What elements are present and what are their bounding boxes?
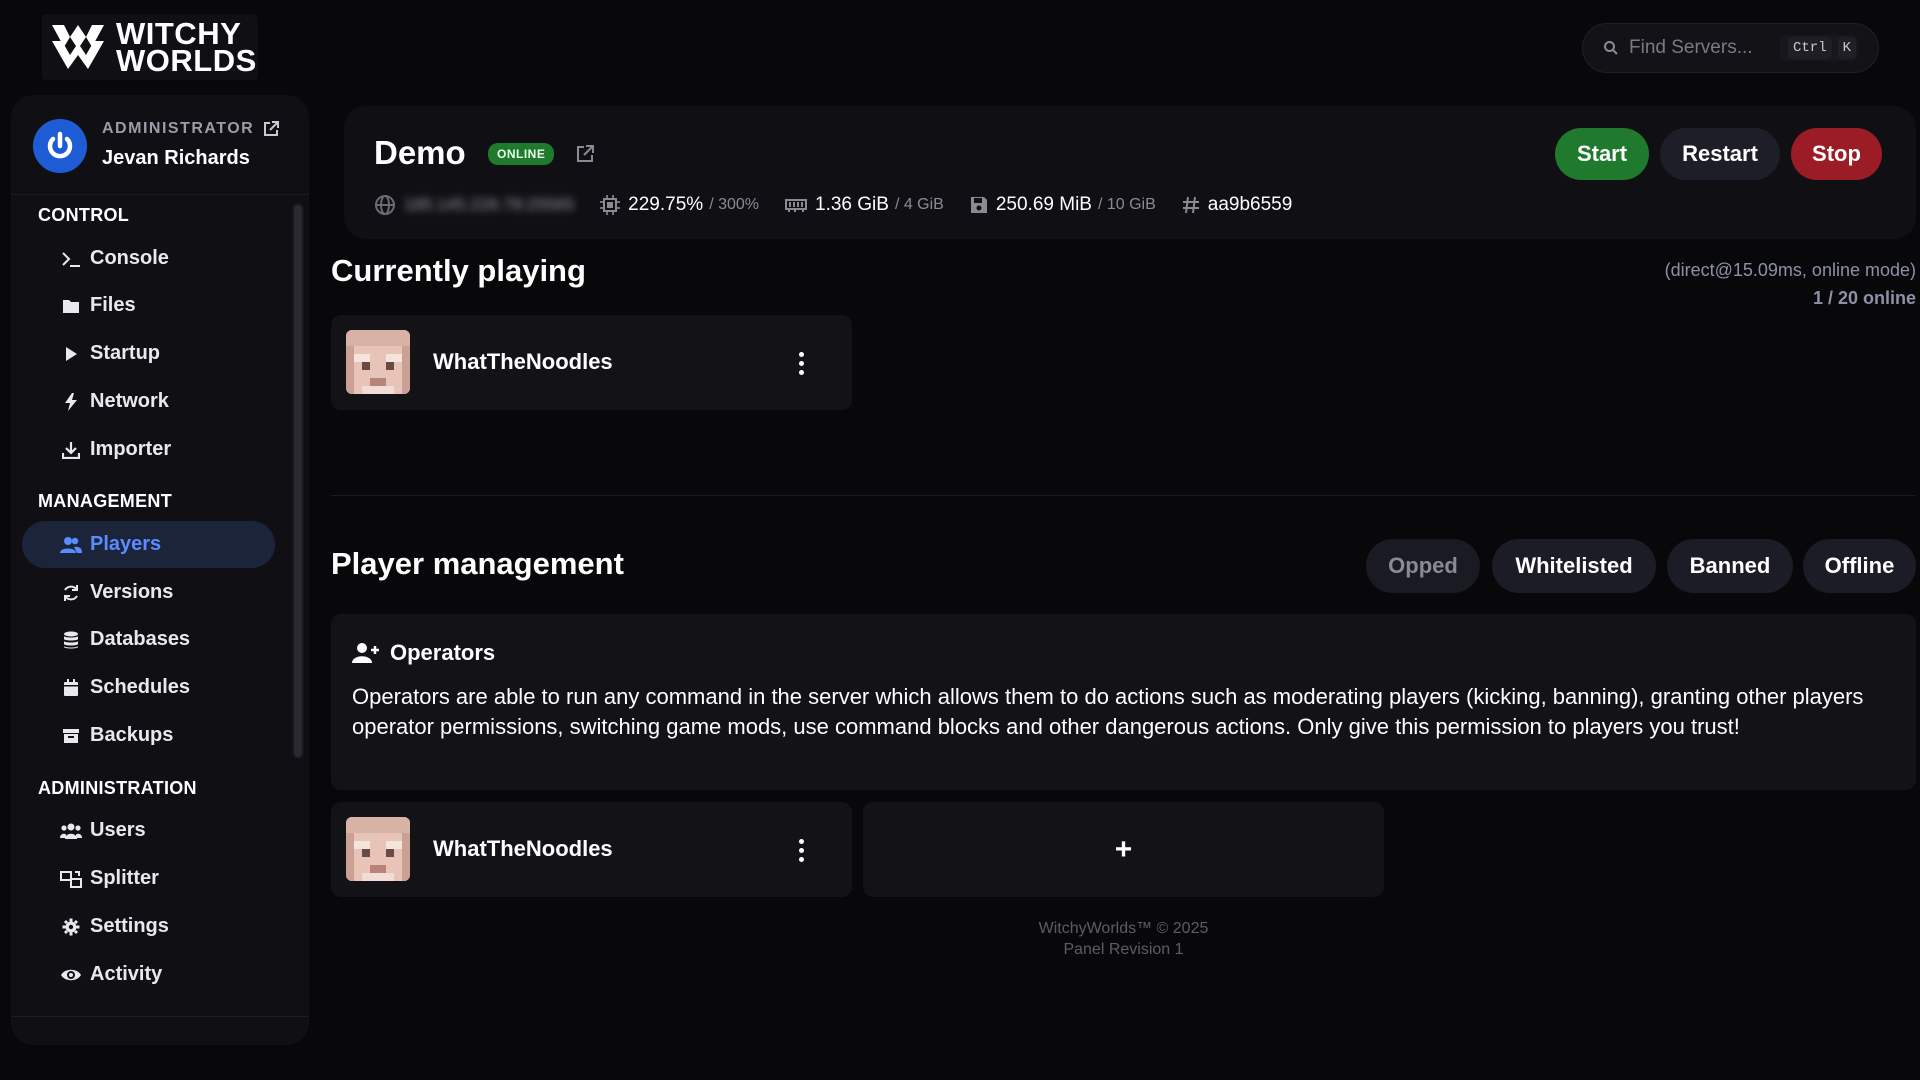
avatar[interactable] bbox=[33, 119, 87, 173]
sidebar-scrollbar[interactable] bbox=[292, 203, 304, 759]
calendar-icon bbox=[60, 677, 82, 699]
sidebar-item-schedules[interactable]: Schedules bbox=[22, 664, 275, 711]
archive-icon bbox=[60, 725, 82, 747]
sidebar-item-databases[interactable]: Databases bbox=[22, 616, 275, 663]
footer: WitchyWorlds™ © 2025 Panel Revision 1 bbox=[863, 918, 1384, 960]
filter-opped[interactable]: Opped bbox=[1366, 539, 1480, 593]
stat-server-id: aa9b6559 bbox=[1182, 194, 1292, 216]
sidebar-item-importer[interactable]: Importer bbox=[22, 426, 275, 473]
player-avatar bbox=[346, 330, 410, 394]
folder-icon bbox=[60, 295, 82, 317]
operator-card[interactable]: WhatTheNoodles bbox=[331, 802, 852, 897]
sidebar-item-activity[interactable]: Activity bbox=[22, 951, 275, 998]
hash-icon bbox=[1182, 196, 1200, 214]
section-title-management: MANAGEMENT bbox=[38, 491, 172, 511]
player-card[interactable]: WhatTheNoodles bbox=[331, 315, 852, 410]
eye-icon bbox=[60, 964, 82, 986]
more-options-icon[interactable] bbox=[791, 835, 811, 865]
filter-whitelisted[interactable]: Whitelisted bbox=[1492, 539, 1656, 593]
section-title-control: CONTROL bbox=[38, 205, 130, 225]
status-badge: ONLINE bbox=[488, 143, 555, 165]
footer-revision: Panel Revision 1 bbox=[1063, 941, 1184, 958]
bolt-icon bbox=[60, 391, 82, 413]
sidebar-item-network[interactable]: Network bbox=[22, 378, 275, 425]
filter-banned[interactable]: Banned bbox=[1667, 539, 1793, 593]
server-name: Demo bbox=[374, 134, 466, 171]
brand-name: WITCHY WORLDS bbox=[116, 16, 257, 78]
terminal-icon bbox=[60, 248, 82, 270]
restart-button[interactable]: Restart bbox=[1660, 128, 1780, 180]
online-count: 1 / 20 online bbox=[1812, 288, 1916, 308]
connection-info: (direct@15.09ms, online mode) 1 / 20 onl… bbox=[1665, 256, 1916, 312]
sidebar-item-startup[interactable]: Startup bbox=[22, 330, 275, 377]
currently-playing-title: Currently playing bbox=[331, 253, 586, 288]
database-icon bbox=[60, 629, 82, 651]
memory-icon bbox=[785, 197, 807, 213]
player-avatar bbox=[346, 817, 410, 881]
user-group-icon bbox=[60, 820, 82, 842]
users-icon bbox=[60, 534, 82, 556]
user-role: ADMINISTRATOR bbox=[102, 120, 280, 138]
power-icon bbox=[42, 128, 78, 164]
player-management-title: Player management bbox=[331, 546, 624, 581]
sidebar-item-users[interactable]: Users bbox=[22, 807, 275, 854]
globe-icon bbox=[374, 194, 396, 216]
sidebar-item-files[interactable]: Files bbox=[22, 282, 275, 329]
operators-info: Operators Operators are able to run any … bbox=[331, 614, 1916, 790]
sidebar-item-backups[interactable]: Backups bbox=[22, 712, 275, 759]
filter-offline[interactable]: Offline bbox=[1803, 539, 1916, 593]
witchy-worlds-logo-icon bbox=[52, 25, 104, 69]
server-address[interactable]: 185.145.226.78:25565 bbox=[404, 195, 574, 215]
stat-address: 185.145.226.78:25565 bbox=[374, 194, 574, 216]
refresh-icon bbox=[60, 582, 82, 604]
section-title-administration: ADMINISTRATION bbox=[38, 778, 197, 798]
sidebar-item-console[interactable]: Console bbox=[22, 235, 275, 282]
server-search[interactable]: Ctrl K bbox=[1582, 23, 1879, 73]
search-input[interactable] bbox=[1629, 37, 1779, 59]
cpu-icon bbox=[600, 195, 621, 215]
sidebar-item-versions[interactable]: Versions bbox=[22, 569, 275, 616]
brand-logo[interactable]: WITCHY WORLDS bbox=[42, 14, 258, 80]
gear-icon bbox=[60, 916, 82, 938]
sidebar: ADMINISTRATOR Jevan Richards CONTROL Con… bbox=[11, 95, 309, 1045]
stat-cpu: 229.75% / 300% bbox=[600, 194, 759, 216]
add-operator-button[interactable]: + bbox=[863, 802, 1384, 897]
external-link-icon[interactable] bbox=[262, 120, 280, 138]
operators-title: Operators bbox=[352, 640, 495, 666]
plus-icon: + bbox=[1114, 832, 1133, 866]
sidebar-item-settings[interactable]: Settings bbox=[22, 903, 275, 950]
scrollbar-thumb[interactable] bbox=[294, 205, 302, 757]
player-name: WhatTheNoodles bbox=[433, 836, 613, 861]
stat-disk: 250.69 MiB / 10 GiB bbox=[970, 194, 1156, 216]
sidebar-divider bbox=[11, 1016, 309, 1017]
start-button[interactable]: Start bbox=[1555, 128, 1649, 180]
search-icon bbox=[1604, 41, 1618, 55]
more-options-icon[interactable] bbox=[791, 348, 811, 378]
operators-description: Operators are able to run any command in… bbox=[352, 684, 1864, 739]
sidebar-item-players[interactable]: Players bbox=[22, 521, 275, 568]
search-shortcut: Ctrl K bbox=[1779, 35, 1858, 61]
user-panel: ADMINISTRATOR Jevan Richards bbox=[11, 95, 309, 195]
splitter-icon bbox=[60, 868, 82, 890]
download-icon bbox=[60, 439, 82, 461]
stop-button[interactable]: Stop bbox=[1791, 128, 1882, 180]
sidebar-item-splitter[interactable]: Splitter bbox=[22, 855, 275, 902]
section-divider bbox=[331, 495, 1916, 496]
external-link-icon[interactable] bbox=[575, 144, 595, 164]
play-icon bbox=[60, 343, 82, 365]
server-header: Demo ONLINE 185.145.226.78:25565 229.75%… bbox=[344, 106, 1916, 239]
user-name: Jevan Richards bbox=[102, 147, 250, 169]
connection-mode: (direct@15.09ms, online mode) bbox=[1664, 260, 1916, 280]
server-stats: 185.145.226.78:25565 229.75% / 300% 1.36… bbox=[374, 194, 1318, 216]
footer-copyright: WitchyWorlds™ © 2025 bbox=[1038, 920, 1209, 937]
user-plus-icon bbox=[352, 642, 380, 664]
disk-icon bbox=[970, 196, 988, 214]
stat-memory: 1.36 GiB / 4 GiB bbox=[785, 194, 944, 216]
player-name: WhatTheNoodles bbox=[433, 349, 613, 374]
